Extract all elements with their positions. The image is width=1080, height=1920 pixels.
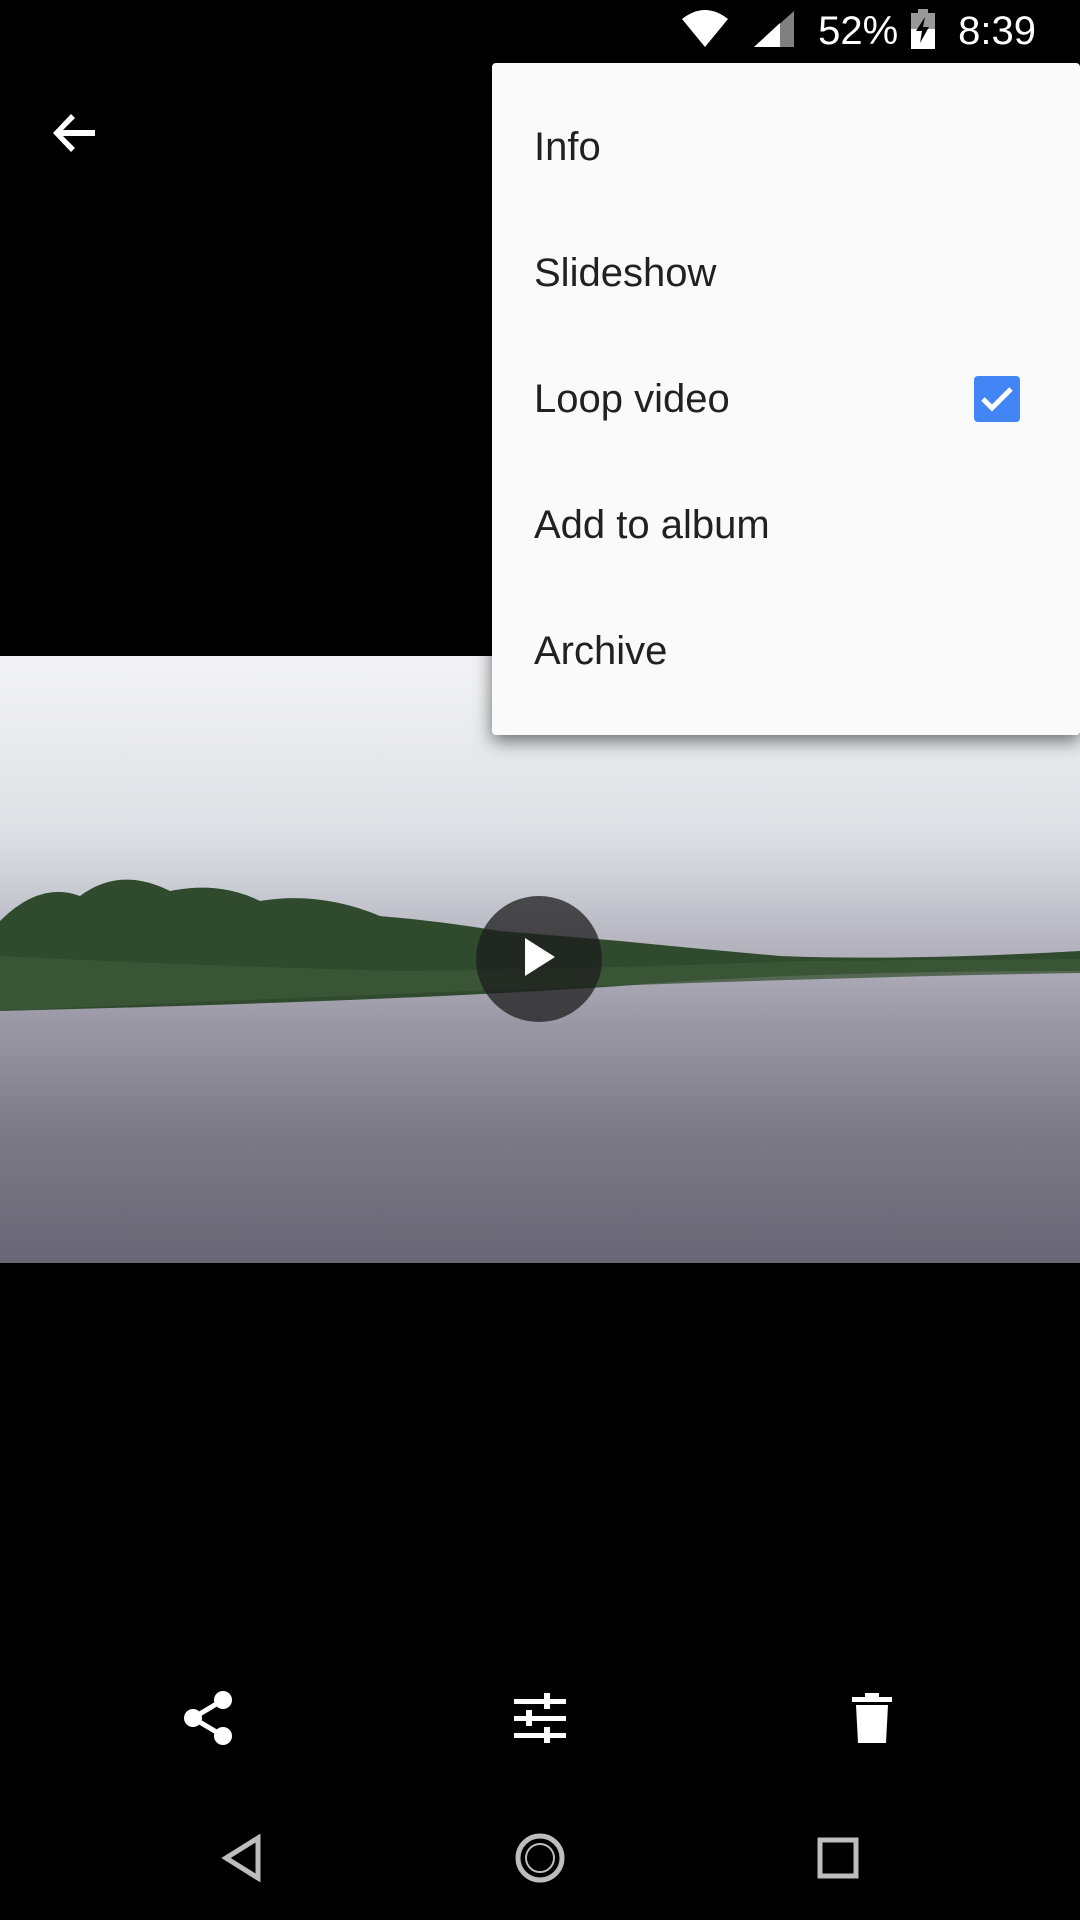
wifi-icon [680,9,730,54]
battery-percent: 52% [818,9,899,53]
menu-item-label: Info [534,124,601,169]
delete-icon [852,1692,892,1748]
status-bar: 52% 8:39 [0,0,1080,63]
play-button[interactable] [476,896,602,1022]
nav-home-button[interactable] [490,1810,590,1910]
nav-recents-button[interactable] [788,1810,888,1910]
menu-item-loop-video[interactable]: Loop video [492,336,1080,462]
battery-icon [910,9,936,54]
menu-item-label: Add to album [534,502,770,547]
edit-button[interactable] [480,1660,600,1780]
menu-item-label: Loop video [534,376,730,421]
menu-item-label: Slideshow [534,250,717,295]
bottom-action-bar [0,1660,1080,1780]
menu-item-add-to-album[interactable]: Add to album [492,462,1080,588]
overflow-menu: Info Slideshow Loop video Add to album A… [492,63,1080,735]
nav-recents-icon [817,1837,859,1884]
menu-item-archive[interactable]: Archive [492,588,1080,714]
loop-video-checkbox[interactable] [974,376,1020,422]
nav-back-icon [220,1832,264,1887]
menu-item-slideshow[interactable]: Slideshow [492,210,1080,336]
share-icon [181,1690,235,1751]
back-button[interactable] [40,100,110,170]
clock: 8:39 [958,9,1036,53]
nav-back-button[interactable] [192,1810,292,1910]
nav-home-icon [513,1831,567,1890]
edit-sliders-icon [514,1692,566,1748]
checkmark-icon [981,387,1013,412]
menu-item-label: Archive [534,628,668,673]
share-button[interactable] [148,1660,268,1780]
delete-button[interactable] [812,1660,932,1780]
play-icon [519,934,559,985]
arrow-back-icon [51,109,99,162]
cell-signal-icon [752,9,796,54]
system-nav-bar [0,1800,1080,1920]
menu-item-info[interactable]: Info [492,84,1080,210]
